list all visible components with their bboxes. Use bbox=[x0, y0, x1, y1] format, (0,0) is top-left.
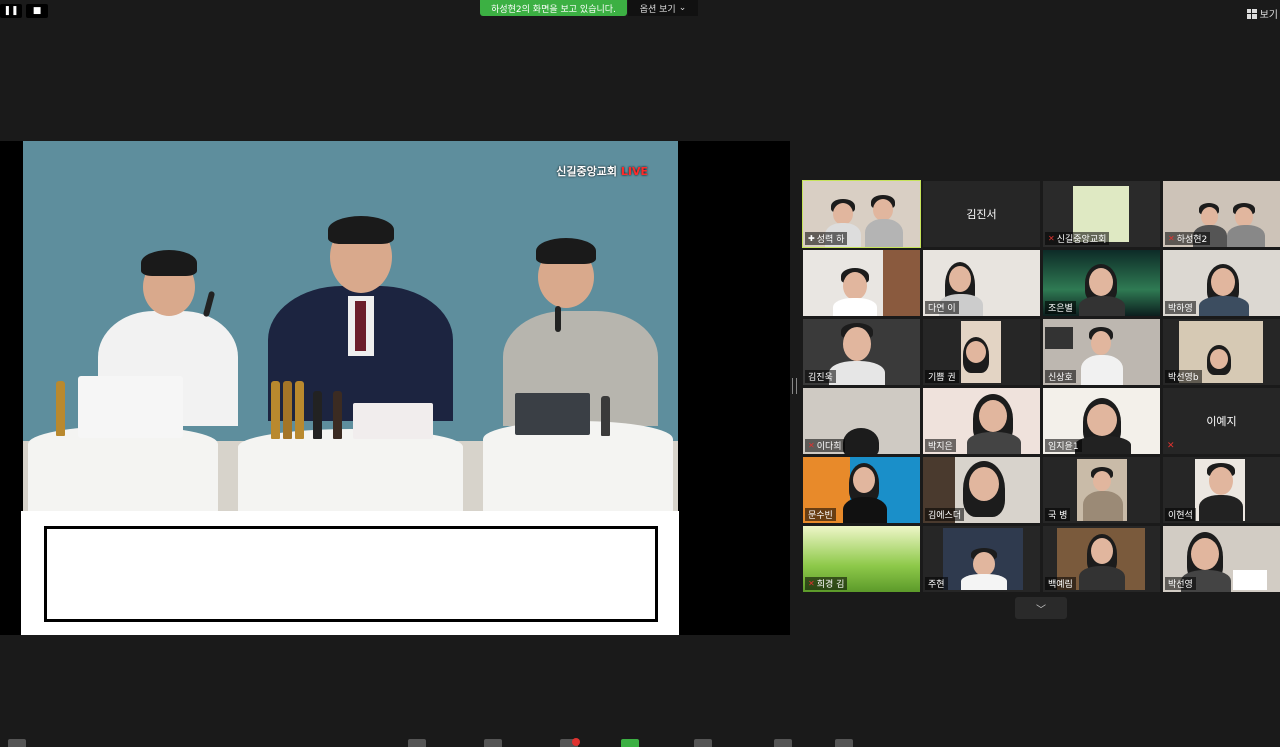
participant-tile[interactable]: 박하영 bbox=[1163, 250, 1280, 316]
microphone-icon[interactable] bbox=[8, 739, 26, 747]
participant-tile[interactable]: 주현 bbox=[923, 526, 1040, 592]
participant-name: 박선영 bbox=[1168, 580, 1193, 590]
participant-tile[interactable]: 조은별 bbox=[1043, 250, 1160, 316]
table-left bbox=[28, 426, 218, 511]
participant-name: 신길중앙교회 bbox=[1056, 235, 1107, 245]
tablet bbox=[515, 393, 590, 435]
brand-watermark: 신길중앙교회 LIVE bbox=[556, 165, 648, 178]
participant-tile[interactable]: 기쁨 권 bbox=[923, 319, 1040, 385]
top-bar: ❚❚ ■ 하성현2의 화면을 보고 있습니다. 옵션 보기 ⌄ 보기 bbox=[0, 0, 1280, 21]
stop-icon[interactable]: ■ bbox=[26, 4, 48, 18]
muted-mic-icon: ✕ bbox=[1167, 441, 1175, 451]
participant-name: 희경 김 bbox=[816, 580, 845, 590]
participant-tile[interactable]: 국 병 bbox=[1043, 457, 1160, 523]
participant-tile[interactable]: 김진서 bbox=[923, 181, 1040, 247]
participant-name: 김에스더 bbox=[928, 511, 962, 521]
participant-name: 이예지 bbox=[1206, 415, 1237, 428]
participant-name: 주현 bbox=[928, 580, 945, 590]
share-banner: 하성현2의 화면을 보고 있습니다. bbox=[480, 0, 627, 16]
share-screen-icon[interactable] bbox=[621, 739, 639, 747]
participant-name: 하성현2 bbox=[1176, 235, 1208, 245]
participant-tile[interactable]: ✕ 희경 김 bbox=[803, 526, 920, 592]
view-options-label: 옵션 보기 bbox=[639, 4, 676, 15]
participant-tile[interactable]: 이현석 bbox=[1163, 457, 1280, 523]
shared-video-frame: 신길중앙교회 LIVE bbox=[23, 141, 678, 511]
participant-name: 백예림 bbox=[1048, 580, 1073, 590]
participant-tile[interactable]: 다연 이 bbox=[923, 250, 1040, 316]
participant-tile[interactable]: 이예지 ✕ bbox=[1163, 388, 1280, 454]
caption-box bbox=[44, 526, 658, 622]
muted-mic-icon: ✕ bbox=[808, 579, 815, 588]
participant-name: 임지윤1 bbox=[1048, 442, 1079, 452]
table-center bbox=[238, 429, 463, 511]
caption-area bbox=[21, 511, 679, 635]
view-options-button[interactable]: 옵션 보기 ⌄ bbox=[628, 0, 698, 16]
participant-name: 신상호 bbox=[1048, 373, 1073, 383]
split-handle[interactable] bbox=[792, 378, 797, 394]
participant-tile[interactable]: 김진욱 bbox=[803, 319, 920, 385]
participant-name: 이현석 bbox=[1168, 511, 1193, 521]
participant-tile[interactable]: 박선영 bbox=[1163, 526, 1280, 592]
laptop bbox=[78, 376, 183, 438]
participant-tile[interactable]: 신상호 bbox=[1043, 319, 1160, 385]
chevron-down-icon: ﹀ bbox=[1036, 604, 1046, 616]
reactions-icon[interactable] bbox=[774, 739, 792, 747]
record-icon[interactable] bbox=[694, 739, 712, 747]
participant-tile[interactable]: ✕ 하성현2 bbox=[1163, 181, 1280, 247]
participant-tile[interactable]: ✕ 이다희 bbox=[803, 388, 920, 454]
participant-tile[interactable]: 문수빈 bbox=[803, 457, 920, 523]
pause-icon[interactable]: ❚❚ bbox=[0, 4, 22, 18]
muted-mic-icon: ✕ bbox=[1048, 234, 1055, 243]
view-label: 보기 bbox=[1259, 10, 1278, 21]
participant-tile[interactable] bbox=[803, 250, 920, 316]
more-icon[interactable] bbox=[835, 739, 853, 747]
gallery-next-page-button[interactable]: ﹀ bbox=[1015, 597, 1067, 619]
participant-name: 박지은 bbox=[928, 442, 953, 452]
participant-tile[interactable]: ✕ 신길중앙교회 bbox=[1043, 181, 1160, 247]
chevron-down-icon: ⌄ bbox=[678, 3, 687, 13]
participant-name: 조은별 bbox=[1048, 304, 1073, 314]
participant-name: 김진욱 bbox=[808, 373, 833, 383]
participant-tile[interactable]: 백예림 bbox=[1043, 526, 1160, 592]
participant-name: 박선영b bbox=[1168, 373, 1199, 383]
share-controls: ❚❚ ■ bbox=[0, 4, 48, 18]
participant-name: 이다희 bbox=[816, 442, 842, 452]
participants-icon[interactable] bbox=[484, 739, 502, 747]
participant-tile[interactable]: 박선영b bbox=[1163, 319, 1280, 385]
view-button[interactable]: 보기 bbox=[1246, 6, 1278, 21]
participant-name: 다연 이 bbox=[928, 304, 956, 314]
participant-tile[interactable]: 임지윤1 bbox=[1043, 388, 1160, 454]
participant-tile[interactable]: 박지은 bbox=[923, 388, 1040, 454]
speaker-icon[interactable] bbox=[408, 739, 426, 747]
shared-screen: 신길중앙교회 LIVE bbox=[0, 141, 790, 635]
participant-tile[interactable]: 김에스더 bbox=[923, 457, 1040, 523]
participant-name: 국 병 bbox=[1048, 511, 1068, 521]
pin-icon: ✚ bbox=[808, 234, 815, 243]
meeting-toolbar bbox=[0, 738, 1280, 747]
participant-name: 박하영 bbox=[1168, 304, 1193, 314]
grid-icon bbox=[1246, 8, 1257, 19]
participant-name: 성력 하 bbox=[816, 235, 845, 245]
participant-tile[interactable]: ✚ 성력 하 bbox=[802, 180, 921, 248]
muted-mic-icon: ✕ bbox=[808, 441, 815, 450]
participant-name: 김진서 bbox=[966, 208, 997, 221]
notification-badge bbox=[572, 738, 580, 746]
participant-name: 기쁨 권 bbox=[928, 373, 956, 383]
muted-mic-icon: ✕ bbox=[1168, 234, 1175, 243]
participant-name: 문수빈 bbox=[808, 511, 833, 521]
